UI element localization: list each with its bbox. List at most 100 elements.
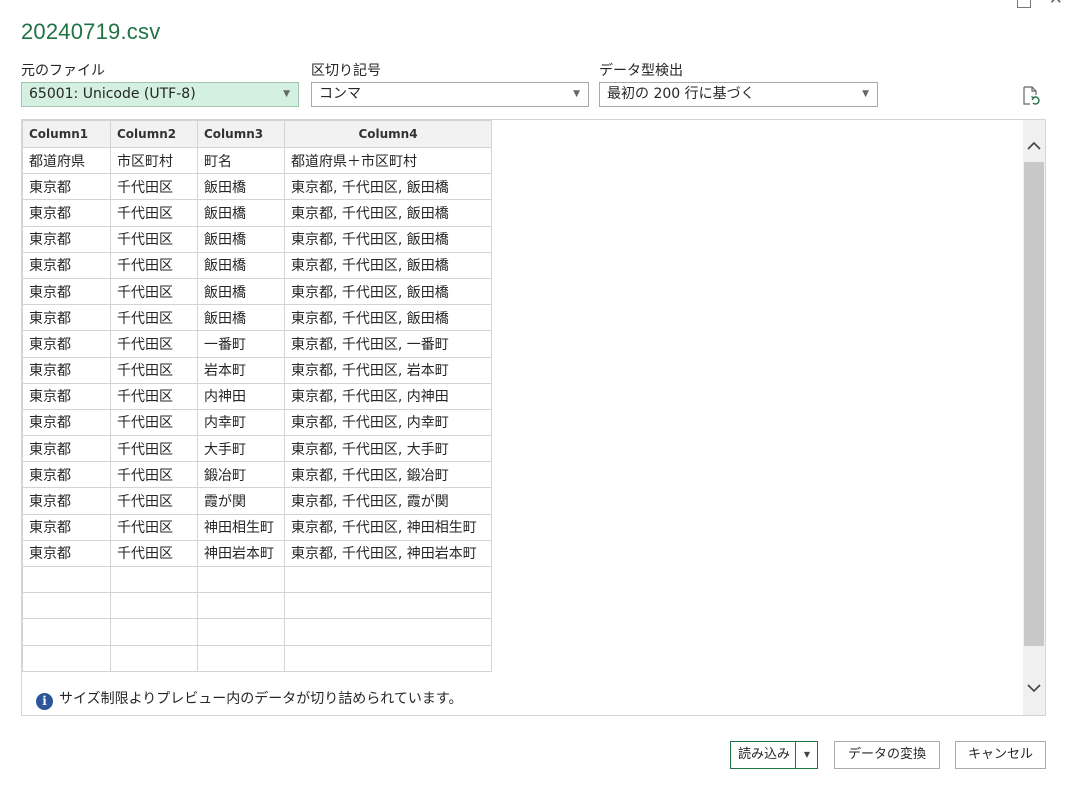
chevron-down-icon[interactable] bbox=[1027, 681, 1041, 695]
table-row: 東京都 千代田区 霞が関 東京都, 千代田区, 霞が関 bbox=[22, 487, 492, 515]
table-cell: 東京都, 千代田区, 飯田橋 bbox=[284, 173, 492, 201]
table-cell: 千代田区 bbox=[110, 304, 198, 332]
refresh-icon[interactable] bbox=[1022, 86, 1040, 106]
chevron-up-icon[interactable] bbox=[1027, 139, 1041, 153]
table-cell bbox=[22, 618, 111, 646]
table-cell: 東京都, 千代田区, 神田相生町 bbox=[284, 513, 492, 541]
table-cell: 町名 bbox=[197, 146, 285, 175]
table-cell: 飯田橋 bbox=[197, 173, 285, 201]
table-cell: 東京都, 千代田区, 神田岩本町 bbox=[284, 539, 492, 568]
table-cell bbox=[284, 565, 492, 594]
delimiter-value: コンマ bbox=[319, 86, 361, 102]
table-row: 東京都 千代田区 飯田橋 東京都, 千代田区, 飯田橋 bbox=[22, 173, 492, 201]
table-cell: 東京都, 千代田区, 内神田 bbox=[284, 382, 492, 410]
table-cell: 内神田 bbox=[197, 382, 285, 410]
table-cell: 東京都, 千代田区, 岩本町 bbox=[284, 356, 492, 384]
table-cell bbox=[197, 618, 285, 646]
table-cell: 東京都 bbox=[22, 539, 111, 568]
table-cell: 東京都 bbox=[22, 251, 111, 279]
table-cell: 東京都, 千代田区, 飯田橋 bbox=[284, 225, 492, 253]
info-icon: i bbox=[36, 693, 53, 710]
table-cell bbox=[197, 644, 285, 672]
table-cell: 飯田橋 bbox=[197, 251, 285, 279]
table-cell: 大手町 bbox=[197, 435, 285, 463]
table-cell: 千代田区 bbox=[110, 251, 198, 279]
table-cell: 東京都, 千代田区, 内幸町 bbox=[284, 408, 492, 437]
table-cell: 千代田区 bbox=[110, 435, 198, 463]
table-cell: 千代田区 bbox=[110, 173, 198, 201]
table-cell: 東京都, 千代田区, 飯田橋 bbox=[284, 251, 492, 279]
table-cell: 東京都 bbox=[22, 408, 111, 437]
chevron-down-icon: ▼ bbox=[283, 89, 290, 99]
table-row: 東京都 千代田区 内神田 東京都, 千代田区, 内神田 bbox=[22, 382, 492, 410]
file-origin-value: 65001: Unicode (UTF-8) bbox=[29, 86, 196, 102]
divider bbox=[795, 742, 796, 768]
load-button[interactable]: 読み込み ▼ bbox=[730, 741, 818, 769]
table-cell bbox=[110, 565, 198, 594]
transform-data-button[interactable]: データの変換 bbox=[834, 741, 940, 769]
table-row: 東京都 千代田区 内幸町 東京都, 千代田区, 内幸町 bbox=[22, 408, 492, 437]
table-cell: 東京都 bbox=[22, 304, 111, 332]
truncation-notice: i サイズ制限よりプレビュー内のデータが切り詰められています。 bbox=[36, 688, 462, 710]
table-cell: 内幸町 bbox=[197, 408, 285, 437]
table-cell: 飯田橋 bbox=[197, 304, 285, 332]
table-row: 東京都 千代田区 飯田橋 東京都, 千代田区, 飯田橋 bbox=[22, 277, 492, 306]
delimiter-dropdown[interactable]: コンマ ▼ bbox=[311, 82, 589, 107]
table-cell: 飯田橋 bbox=[197, 225, 285, 253]
table-row: 東京都 千代田区 飯田橋 東京都, 千代田区, 飯田橋 bbox=[22, 251, 492, 279]
table-cell: 東京都, 千代田区, 一番町 bbox=[284, 330, 492, 358]
data-preview: Column1 Column2 Column3 Column4 都道府県 市区町村… bbox=[21, 119, 1046, 716]
column-header: Column4 bbox=[284, 120, 492, 148]
table-cell: 東京都 bbox=[22, 382, 111, 410]
table-cell bbox=[22, 644, 111, 672]
table-cell: 都道府県 bbox=[22, 146, 111, 175]
table-cell: 東京都 bbox=[22, 199, 111, 227]
table-cell: 市区町村 bbox=[110, 146, 198, 175]
table-cell: 東京都 bbox=[22, 173, 111, 201]
chevron-down-icon[interactable]: ▼ bbox=[797, 742, 817, 768]
table-cell: 東京都, 千代田区, 鍛冶町 bbox=[284, 461, 492, 489]
table-cell: 都道府県＋市区町村 bbox=[284, 146, 492, 175]
type-detection-value: 最初の 200 行に基づく bbox=[607, 86, 755, 102]
table-cell: 千代田区 bbox=[110, 487, 198, 515]
table-row: 東京都 千代田区 一番町 東京都, 千代田区, 一番町 bbox=[22, 330, 492, 358]
chevron-down-icon: ▼ bbox=[573, 89, 580, 99]
table-cell: 千代田区 bbox=[110, 356, 198, 384]
table-row: 東京都 千代田区 飯田橋 東京都, 千代田区, 飯田橋 bbox=[22, 199, 492, 227]
maximize-icon[interactable] bbox=[1017, 0, 1031, 8]
close-icon[interactable]: ✕ bbox=[1049, 0, 1063, 8]
file-origin-dropdown[interactable]: 65001: Unicode (UTF-8) ▼ bbox=[21, 82, 299, 107]
table-cell: 千代田区 bbox=[110, 513, 198, 541]
table-cell: 東京都, 千代田区, 飯田橋 bbox=[284, 199, 492, 227]
table-cell: 千代田区 bbox=[110, 277, 198, 306]
table-row: 東京都 千代田区 飯田橋 東京都, 千代田区, 飯田橋 bbox=[22, 225, 492, 253]
table-cell: 千代田区 bbox=[110, 225, 198, 253]
table-row bbox=[22, 592, 492, 620]
vertical-scrollbar[interactable] bbox=[1023, 120, 1045, 715]
table-cell: 東京都, 千代田区, 飯田橋 bbox=[284, 277, 492, 306]
column-header: Column3 bbox=[197, 120, 285, 148]
table-cell: 一番町 bbox=[197, 330, 285, 358]
preview-table: Column1 Column2 Column3 Column4 都道府県 市区町村… bbox=[22, 120, 492, 672]
column-header: Column1 bbox=[22, 120, 111, 148]
scrollbar-thumb[interactable] bbox=[1024, 162, 1044, 646]
table-cell: 神田相生町 bbox=[197, 513, 285, 541]
cancel-button[interactable]: キャンセル bbox=[955, 741, 1046, 769]
table-cell: 神田岩本町 bbox=[197, 539, 285, 568]
table-cell bbox=[284, 644, 492, 672]
table-cell: 東京都 bbox=[22, 225, 111, 253]
type-detection-label: データ型検出 bbox=[599, 63, 683, 79]
type-detection-dropdown[interactable]: 最初の 200 行に基づく ▼ bbox=[599, 82, 878, 107]
table-cell: 千代田区 bbox=[110, 330, 198, 358]
delimiter-label: 区切り記号 bbox=[311, 63, 381, 79]
table-cell bbox=[197, 565, 285, 594]
table-row bbox=[22, 644, 492, 672]
table-row: 東京都 千代田区 神田相生町 東京都, 千代田区, 神田相生町 bbox=[22, 513, 492, 541]
table-cell: 鍛冶町 bbox=[197, 461, 285, 489]
table-cell: 千代田区 bbox=[110, 408, 198, 437]
table-cell: 東京都 bbox=[22, 277, 111, 306]
table-cell: 東京都 bbox=[22, 330, 111, 358]
table-cell bbox=[284, 618, 492, 646]
table-row: 東京都 千代田区 大手町 東京都, 千代田区, 大手町 bbox=[22, 435, 492, 463]
table-cell: 千代田区 bbox=[110, 382, 198, 410]
